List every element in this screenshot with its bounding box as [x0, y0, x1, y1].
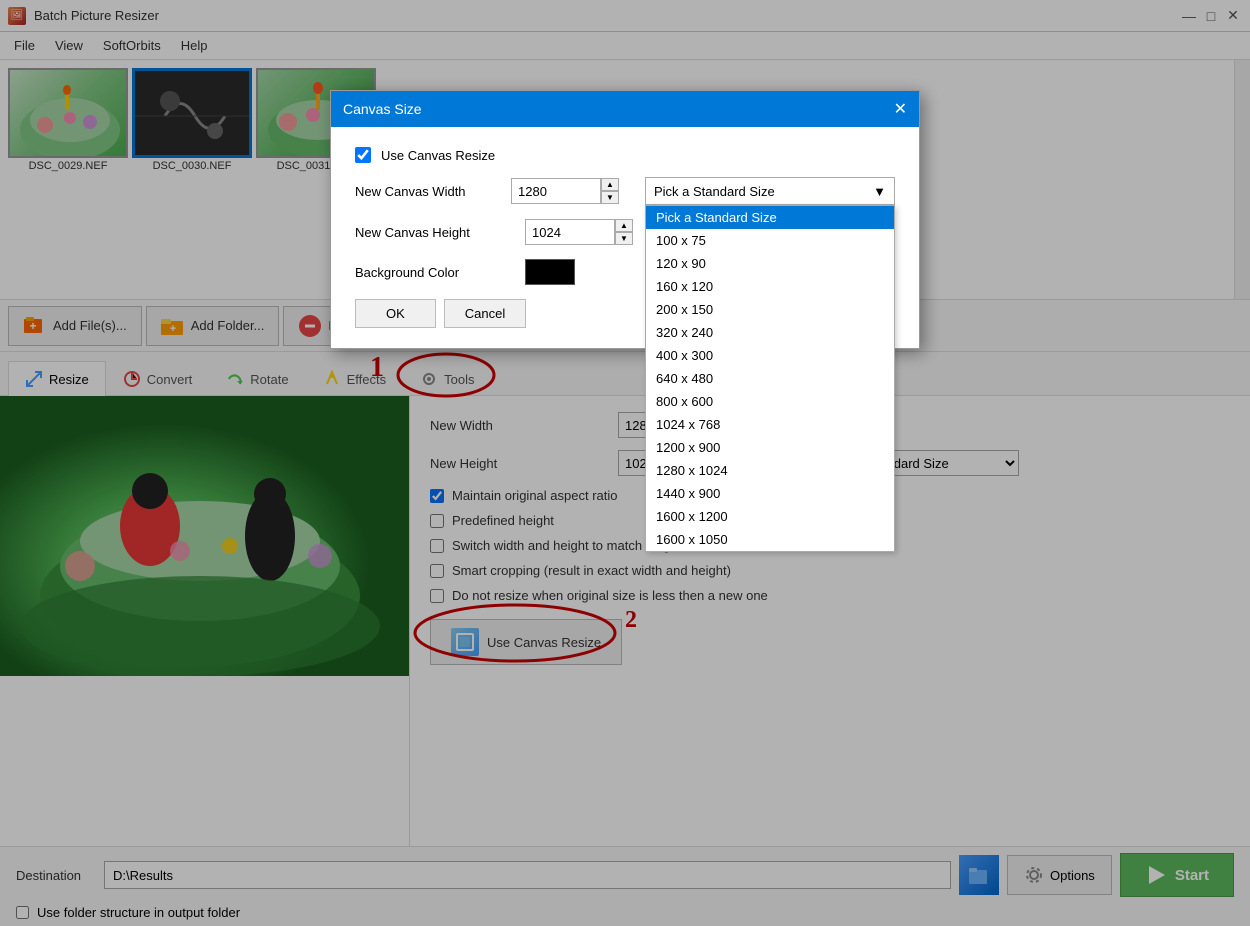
modal-titlebar: Canvas Size ✕ — [331, 91, 919, 127]
dropdown-item-6[interactable]: 400 x 300 — [646, 344, 894, 367]
modal-height-input[interactable] — [525, 219, 615, 245]
dropdown-item-8[interactable]: 800 x 600 — [646, 390, 894, 413]
dropdown-item-3[interactable]: 160 x 120 — [646, 275, 894, 298]
dropdown-item-0[interactable]: Pick a Standard Size — [646, 206, 894, 229]
modal-width-spinner: ▲ ▼ — [601, 178, 619, 204]
modal-height-label: New Canvas Height — [355, 225, 515, 240]
dropdown-item-11[interactable]: 1280 x 1024 — [646, 459, 894, 482]
modal-close-button[interactable]: ✕ — [894, 99, 907, 119]
modal-height-spinner: ▲ ▼ — [615, 219, 633, 245]
modal-height-down[interactable]: ▼ — [615, 232, 633, 245]
dropdown-item-9[interactable]: 1024 x 768 — [646, 413, 894, 436]
modal-width-input[interactable] — [511, 178, 601, 204]
modal-title: Canvas Size — [343, 101, 422, 117]
modal-use-canvas-row: Use Canvas Resize — [355, 147, 895, 163]
modal-color-label: Background Color — [355, 265, 515, 280]
standard-size-dropdown: Pick a Standard Size ▼ Pick a Standard S… — [645, 177, 895, 205]
modal-use-canvas-label: Use Canvas Resize — [381, 148, 495, 163]
modal-height-input-wrap: ▲ ▼ — [525, 219, 633, 245]
dropdown-item-13[interactable]: 1600 x 1200 — [646, 505, 894, 528]
dropdown-item-4[interactable]: 200 x 150 — [646, 298, 894, 321]
dropdown-item-14[interactable]: 1600 x 1050 — [646, 528, 894, 551]
modal-width-input-wrap: ▲ ▼ — [511, 178, 619, 204]
dropdown-selected-label: Pick a Standard Size — [654, 184, 775, 199]
standard-size-dropdown-button[interactable]: Pick a Standard Size ▼ — [645, 177, 895, 205]
modal-width-row: New Canvas Width ▲ ▼ Pick a Standard Siz… — [355, 177, 895, 205]
modal-overlay: Canvas Size ✕ Use Canvas Resize New Canv… — [0, 0, 1250, 926]
modal-body: Use Canvas Resize New Canvas Width ▲ ▼ — [331, 127, 919, 348]
dropdown-item-5[interactable]: 320 x 240 — [646, 321, 894, 344]
modal-width-up[interactable]: ▲ — [601, 178, 619, 191]
dropdown-arrow-icon: ▼ — [873, 184, 886, 199]
modal-height-up[interactable]: ▲ — [615, 219, 633, 232]
modal-width-down[interactable]: ▼ — [601, 191, 619, 204]
modal-width-label: New Canvas Width — [355, 184, 501, 199]
dropdown-item-2[interactable]: 120 x 90 — [646, 252, 894, 275]
standard-size-dropdown-list: Pick a Standard Size 100 x 75 120 x 90 1… — [645, 205, 895, 552]
canvas-size-modal: Canvas Size ✕ Use Canvas Resize New Canv… — [330, 90, 920, 349]
dropdown-item-1[interactable]: 100 x 75 — [646, 229, 894, 252]
dropdown-item-10[interactable]: 1200 x 900 — [646, 436, 894, 459]
dropdown-item-12[interactable]: 1440 x 900 — [646, 482, 894, 505]
modal-ok-button[interactable]: OK — [355, 299, 436, 328]
dropdown-item-7[interactable]: 640 x 480 — [646, 367, 894, 390]
modal-use-canvas-checkbox[interactable] — [355, 147, 371, 163]
modal-color-picker[interactable] — [525, 259, 575, 285]
modal-cancel-button[interactable]: Cancel — [444, 299, 526, 328]
